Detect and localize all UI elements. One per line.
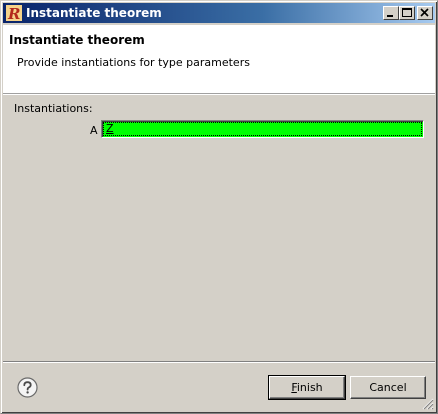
- minimize-button[interactable]: [383, 6, 399, 20]
- close-button[interactable]: [417, 6, 433, 20]
- finish-button[interactable]: Finish: [268, 375, 346, 400]
- maximize-icon: [402, 8, 412, 17]
- close-icon: [420, 8, 429, 17]
- dialog-window: R Instantiate theorem Instantiate theore…: [0, 0, 438, 414]
- question-mark-icon[interactable]: [17, 377, 38, 398]
- instantiations-label: Instantiations:: [14, 102, 93, 115]
- header-divider: [3, 94, 435, 95]
- maximize-button[interactable]: [399, 6, 415, 20]
- footer-divider: [3, 361, 435, 363]
- resize-grip-icon[interactable]: [422, 398, 434, 410]
- instantiation-value: Z: [106, 122, 114, 135]
- svg-text:R: R: [7, 5, 20, 21]
- cancel-button[interactable]: Cancel: [350, 376, 426, 399]
- instantiation-input[interactable]: Z: [101, 120, 424, 138]
- title-bar[interactable]: R Instantiate theorem: [3, 3, 435, 23]
- finish-label-rest: inish: [296, 381, 323, 394]
- window-title: Instantiate theorem: [26, 6, 162, 20]
- r-app-icon: R: [6, 5, 22, 21]
- wizard-header: Instantiate theorem Provide instantiatio…: [3, 25, 435, 94]
- minimize-icon: [387, 15, 393, 17]
- type-param-label: A: [90, 124, 98, 137]
- page-title: Instantiate theorem: [9, 33, 145, 47]
- page-description: Provide instantiations for type paramete…: [17, 56, 250, 69]
